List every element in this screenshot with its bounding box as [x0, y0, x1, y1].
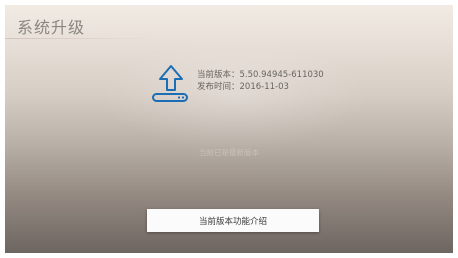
- background-glow: [100, 40, 370, 150]
- title-divider: [5, 38, 155, 39]
- current-version-row: 当前版本：5.50.94945-611030: [197, 69, 324, 81]
- feature-intro-button[interactable]: 当前版本功能介绍: [147, 209, 319, 232]
- current-version-label: 当前版本：: [197, 70, 240, 80]
- upload-arrow-icon: [152, 65, 188, 102]
- status-message: 当前已是最新版本: [199, 148, 259, 157]
- page-title: 系统升级: [17, 18, 86, 37]
- current-version-value: 5.50.94945-611030: [239, 70, 324, 80]
- version-info: 当前版本：5.50.94945-611030 发布时间：2016-11-03: [197, 69, 324, 93]
- release-date-row: 发布时间：2016-11-03: [197, 81, 324, 93]
- system-upgrade-screen: 系统升级 当前版本：5.50.94945-611030 发布时间：2016-11…: [5, 5, 453, 253]
- release-date-label: 发布时间：: [197, 82, 240, 92]
- release-date-value: 2016-11-03: [239, 82, 289, 92]
